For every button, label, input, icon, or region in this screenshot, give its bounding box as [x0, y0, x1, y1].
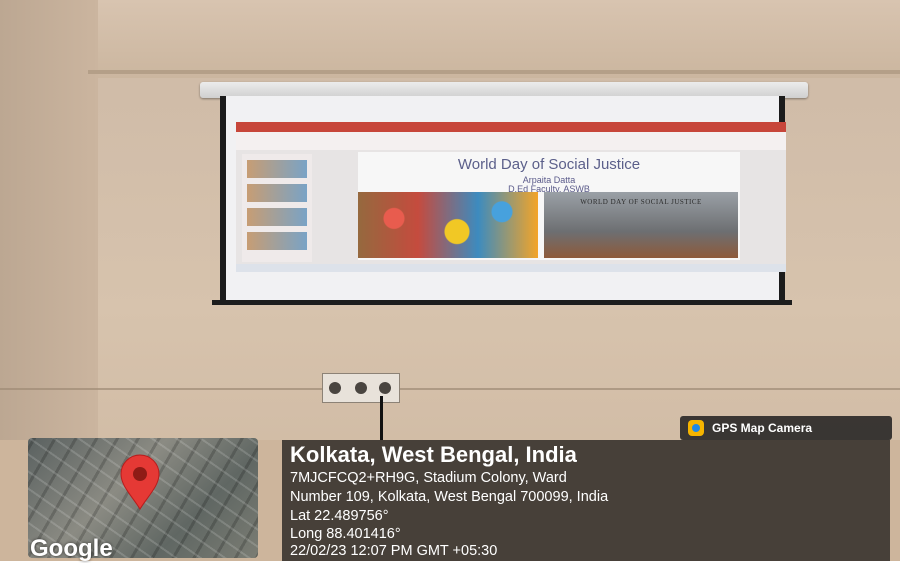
social-justice-collage — [358, 192, 538, 258]
latitude: Lat 22.489756° — [290, 508, 389, 524]
address-line-2: Number 109, Kolkata, West Bengal 700099,… — [290, 489, 609, 505]
slide-thumbnail — [247, 184, 307, 202]
ppt-toolbar — [236, 132, 786, 150]
timestamp: 22/02/23 12:07 PM GMT +05:30 — [290, 543, 498, 559]
ceiling-edge — [88, 70, 900, 74]
wall-conduit — [0, 388, 900, 390]
ppt-thumbnails — [242, 154, 312, 262]
slide-thumbnail — [247, 160, 307, 178]
location-city: Kolkata, West Bengal, India — [290, 442, 577, 467]
photo-caption: WORLD DAY OF SOCIAL JUSTICE — [580, 198, 702, 206]
slide-thumbnail — [247, 208, 307, 226]
slide-title: World Day of Social Justice — [457, 156, 641, 173]
power-cable — [380, 396, 383, 440]
scales-of-justice-photo: WORLD DAY OF SOCIAL JUSTICE — [544, 192, 738, 258]
windows-taskbar — [236, 264, 786, 272]
map-pin-icon — [120, 454, 160, 510]
longitude: Long 88.401416° — [290, 526, 401, 542]
projected-powerpoint: World Day of Social Justice Arpaita Datt… — [236, 122, 786, 272]
google-logo: Google — [30, 535, 113, 562]
current-slide: World Day of Social Justice Arpaita Datt… — [358, 152, 740, 260]
slide-thumbnail — [247, 232, 307, 250]
wall-socket — [322, 373, 400, 403]
upper-wall — [0, 0, 900, 78]
address-line-1: 7MJCFCQ2+RH9G, Stadium Colony, Ward — [290, 470, 567, 486]
projector-screen-bar — [212, 300, 792, 305]
gps-camera-icon — [688, 420, 704, 436]
ppt-ribbon — [236, 122, 786, 132]
badge-label: GPS Map Camera — [712, 421, 813, 435]
gps-map-camera-badge: GPS Map Camera — [680, 416, 892, 440]
